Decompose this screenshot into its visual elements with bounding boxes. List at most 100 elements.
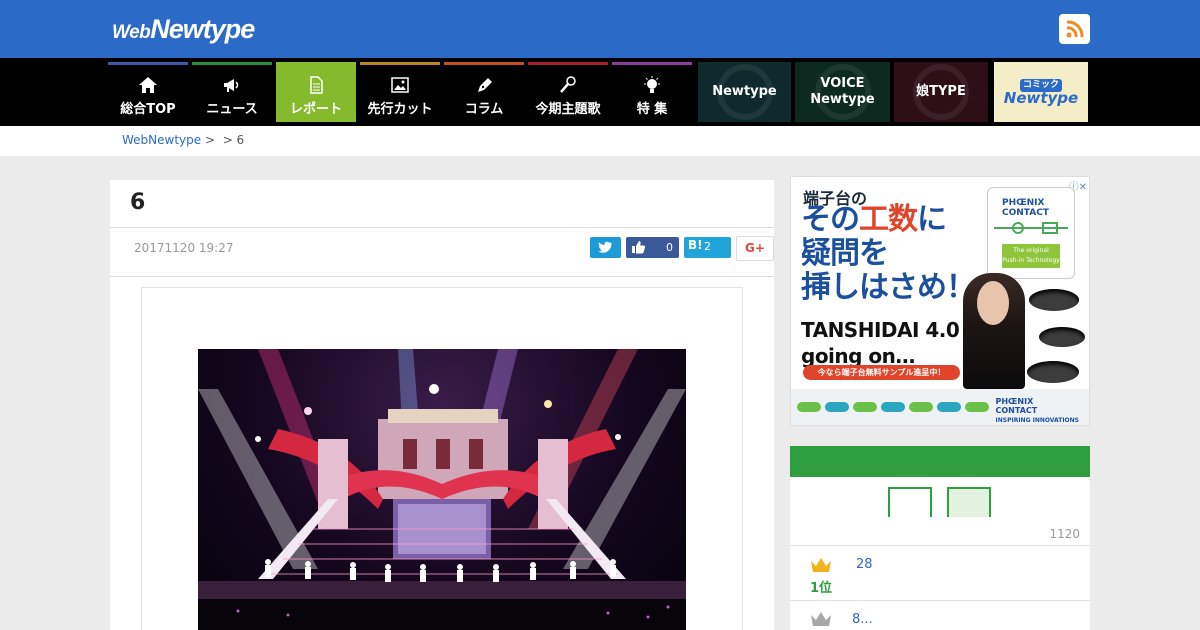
breadcrumb-home-link[interactable]: WebNewtype — [122, 133, 201, 147]
ad-headline-2b: 工数 — [859, 202, 918, 237]
ranking-widget: 1120 1位 28 8... — [790, 446, 1090, 630]
ad-dash-decoration — [909, 402, 933, 412]
nav-item-precut[interactable]: 先行カット — [360, 62, 440, 122]
nav-item-column[interactable]: コラム — [444, 62, 524, 122]
ad-footer-brand: PHŒNIX CONTACT INSPIRING INNOVATIONS — [996, 397, 1080, 425]
ad-subheadline: TANSHIDAI 4.0 going on… — [801, 317, 960, 369]
ad-footer-tagline: INSPIRING INNOVATIONS — [995, 417, 1080, 424]
ranking-item-link[interactable]: 8... — [852, 612, 873, 627]
ranking-date: 1120 — [1049, 527, 1080, 541]
banner-label: Newtype — [1003, 89, 1079, 107]
ranking-header — [790, 446, 1090, 477]
nav-color-strip — [360, 62, 440, 65]
concert-stage-photo — [198, 349, 686, 630]
main-nav: 総合TOP ニュース レポート 先行カット コラム 今期主題歌 特 集 Newt… — [0, 58, 1200, 126]
banner-musume-type[interactable]: 娘TYPE — [894, 62, 988, 122]
document-icon — [310, 76, 323, 94]
ad-badge-line1: The original — [1013, 247, 1049, 254]
nav-label: 特 集 — [636, 102, 668, 117]
home-icon — [139, 77, 157, 93]
banner-label-line1: VOICE — [820, 76, 865, 91]
ad-badge-line2: Push-in Technology — [1002, 257, 1060, 264]
ad-dash-decoration — [937, 402, 961, 412]
divider — [110, 227, 774, 228]
logo-newtype-text: Newtype — [150, 14, 255, 44]
nav-item-report[interactable]: レポート — [276, 62, 356, 122]
site-header: WebNewtype — [0, 0, 1200, 58]
megaphone-icon — [224, 79, 239, 92]
nav-color-strip — [276, 62, 356, 65]
nav-label: 今期主題歌 — [535, 102, 601, 117]
nav-label: コラム — [464, 102, 504, 117]
terminal-graphic-icon — [994, 222, 1068, 234]
hatena-bookmark-icon: B! — [688, 238, 703, 252]
facebook-like-count: 0 — [666, 241, 673, 254]
nav-color-strip — [108, 62, 188, 65]
ad-offer-pill: 今なら端子台無料サンプル進呈中！ — [803, 365, 960, 380]
ad-headline-2: その工数に 疑問を 挿しはさめ！ — [801, 202, 976, 305]
article-date: 20171120 19:27 — [134, 241, 234, 255]
article-photo-frame — [141, 287, 743, 630]
thumbs-up-icon — [632, 241, 646, 254]
breadcrumb-bar: WebNewtype > > 6 — [0, 126, 1200, 156]
breadcrumb-current: > 6 — [222, 133, 245, 147]
ad-headline-2a: その — [801, 202, 860, 237]
sidebar-ad[interactable]: ⓘ✕ 端子台の その工数に 疑問を 挿しはさめ！ TANSHIDAI 4.0 g… — [790, 176, 1090, 426]
ad-footer: PHŒNIX CONTACT INSPIRING INNOVATIONS — [791, 389, 1089, 425]
ranking-tab-1[interactable] — [888, 487, 932, 517]
nav-item-news[interactable]: ニュース — [192, 62, 272, 122]
nav-item-theme-song[interactable]: 今期主題歌 — [528, 62, 608, 122]
nav-color-strip — [612, 62, 692, 65]
divider — [790, 600, 1090, 601]
nav-color-strip — [192, 62, 272, 65]
silver-crown-icon — [811, 612, 831, 626]
ad-hole-decoration — [1039, 327, 1085, 347]
ad-subheadline-1: TANSHIDAI 4.0 — [801, 318, 960, 342]
nav-label: レポート — [289, 102, 342, 117]
nav-item-feature[interactable]: 特 集 — [612, 62, 692, 122]
nav-label: 総合TOP — [120, 102, 176, 117]
hatena-bookmark-count: 2 — [704, 240, 711, 253]
nav-item-top[interactable]: 総合TOP — [108, 62, 188, 122]
divider — [110, 276, 774, 277]
ad-brand-badge: PHŒNIX CONTACT The original Push-in Techno… — [987, 187, 1075, 279]
rss-icon[interactable] — [1059, 14, 1090, 44]
image-icon — [391, 77, 409, 93]
site-logo[interactable]: WebNewtype — [112, 14, 255, 45]
google-plus-icon: G+ — [745, 241, 765, 255]
gold-crown-icon — [811, 558, 831, 572]
ad-hole-decoration — [1029, 289, 1079, 311]
ad-dash-decoration — [881, 402, 905, 412]
nav-label: 先行カット — [367, 102, 433, 117]
facebook-like-button[interactable]: 0 — [626, 237, 679, 258]
ad-headline-2c: に — [917, 202, 947, 237]
nav-label: ニュース — [206, 102, 258, 117]
banner-label-line2: Newtype — [810, 92, 875, 107]
ad-footer-brand-line1: PHŒNIX — [995, 397, 1034, 406]
page-title: 6 — [130, 190, 146, 215]
ranking-item-link[interactable]: 28 — [856, 557, 873, 572]
twitter-share-button[interactable] — [590, 237, 621, 258]
google-plus-share-button[interactable]: G+ — [736, 236, 774, 261]
pen-icon — [478, 78, 492, 92]
ad-dash-decoration — [853, 402, 877, 412]
breadcrumb: WebNewtype > > 6 — [122, 133, 244, 147]
ad-headline-3: 疑問を — [801, 236, 889, 271]
hatena-bookmark-button[interactable]: B! 2 — [684, 237, 731, 258]
banner-label: 娘TYPE — [916, 84, 966, 99]
banner-voice-newtype[interactable]: VOICE Newtype — [795, 62, 890, 122]
ad-dash-decoration — [825, 402, 849, 412]
banner-label: Newtype — [712, 84, 777, 99]
ad-headline-4: 挿しはさめ！ — [801, 270, 976, 305]
breadcrumb-separator: > — [204, 133, 216, 147]
banner-label: VOICE Newtype — [810, 76, 875, 108]
banner-newtype[interactable]: Newtype — [698, 62, 791, 122]
ad-technology-badge: The original Push-in Technology — [1002, 244, 1060, 268]
ranking-position: 1位 — [810, 581, 833, 596]
lightbulb-icon — [644, 76, 660, 93]
banner-comic-newtype[interactable]: コミック Newtype — [994, 62, 1088, 122]
ranking-tab-2[interactable] — [947, 487, 991, 517]
ad-dash-decoration — [797, 402, 821, 412]
twitter-icon — [598, 241, 612, 253]
microphone-icon — [560, 76, 576, 93]
